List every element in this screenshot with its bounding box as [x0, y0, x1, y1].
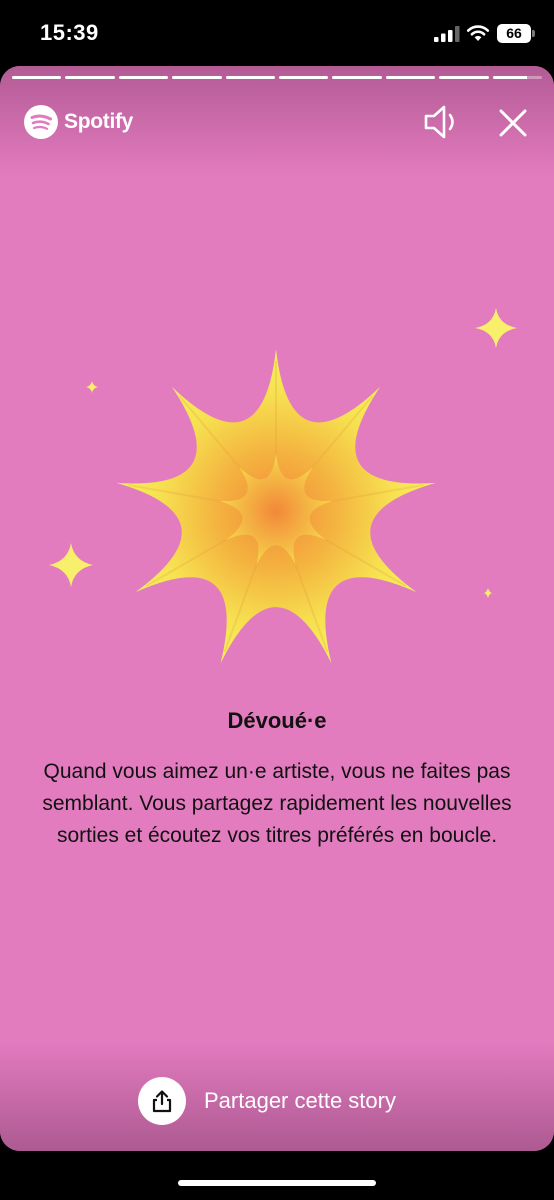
- share-icon: [152, 1090, 172, 1113]
- battery-nub: [532, 30, 535, 37]
- story-description: Quand vous aimez un·e artiste, vous ne f…: [42, 760, 512, 847]
- story-card[interactable]: Spotify Dévoué·e Quand vous aimez un·e a…: [0, 66, 554, 1151]
- share-story-button[interactable]: Partager cette story: [138, 1077, 396, 1125]
- battery-icon: 66: [497, 24, 531, 43]
- signal-icon: [434, 26, 460, 42]
- share-button-circle[interactable]: [138, 1077, 186, 1125]
- wifi-icon: [466, 25, 490, 41]
- status-bar: 15:39 66: [0, 0, 554, 66]
- star-illustration: [49, 308, 517, 664]
- share-label[interactable]: Partager cette story: [204, 1088, 396, 1114]
- sparkle-icon: [86, 381, 98, 393]
- story-title: Dévoué·e: [227, 708, 327, 733]
- home-indicator[interactable]: [178, 1180, 376, 1186]
- sparkle-icon: [49, 543, 93, 587]
- sparkle-icon: [475, 308, 517, 348]
- sparkle-icon: [484, 588, 492, 598]
- status-time: 15:39: [40, 20, 99, 45]
